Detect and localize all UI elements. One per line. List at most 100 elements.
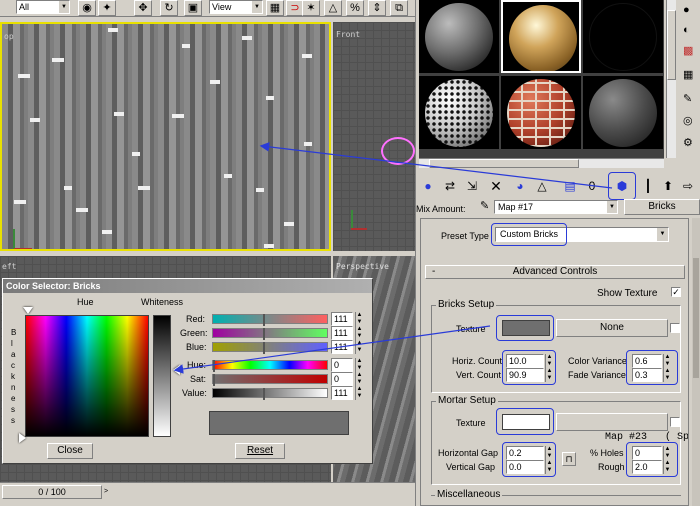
sample-slot-4[interactable] xyxy=(419,76,499,149)
backlight-icon[interactable]: ◐ xyxy=(683,24,699,40)
angle-snap-icon[interactable]: △ xyxy=(324,0,342,16)
color-variance-input[interactable]: 0.6 xyxy=(632,354,662,368)
vertical-gap-input[interactable]: 0.0 xyxy=(506,460,544,474)
bricks-texture-swatch[interactable] xyxy=(502,320,550,336)
snap-3d-icon[interactable]: ✶ xyxy=(302,0,320,16)
horiz-count-spinner[interactable]: ▲ ▼ xyxy=(545,354,553,368)
holes-input[interactable]: 0 xyxy=(632,446,662,460)
value-spinner[interactable]: ▲ ▼ xyxy=(355,386,363,400)
mortar-texture-map-button[interactable]: Map #23 ( Splat ) xyxy=(556,413,688,443)
horizontal-gap-input[interactable]: 0.2 xyxy=(506,446,544,460)
viewport-label-front[interactable]: Front xyxy=(336,30,360,39)
make-preview-icon[interactable]: ◎ xyxy=(683,114,699,130)
blue-input[interactable]: 111 xyxy=(331,340,353,354)
sample-slot-2[interactable] xyxy=(501,0,581,73)
reset-map-icon[interactable]: ✕ xyxy=(486,176,506,196)
pivot-center-icon[interactable]: ▦ xyxy=(266,0,284,16)
make-copy-icon[interactable]: ◕ xyxy=(510,176,530,196)
chevron-down-icon[interactable]: ▼ xyxy=(607,201,617,213)
chevron-down-icon[interactable]: ▼ xyxy=(657,228,668,241)
blackness-pointer[interactable] xyxy=(19,433,26,443)
mortar-texture-swatch[interactable] xyxy=(502,414,550,430)
fade-variance-spinner[interactable]: ▲ ▼ xyxy=(663,368,671,382)
select-object-icon[interactable]: ◉ xyxy=(78,0,96,16)
green-slider[interactable] xyxy=(212,328,328,340)
sample-slot-1[interactable] xyxy=(419,0,499,73)
hue-slider-thumb[interactable] xyxy=(213,360,215,372)
value-slider[interactable] xyxy=(212,388,328,400)
bricks-texture-toggle[interactable] xyxy=(670,323,680,333)
hue-input[interactable]: 0 xyxy=(331,358,353,372)
front-viewport[interactable]: Front xyxy=(333,22,415,251)
preset-type-dropdown[interactable]: Custom Bricks ▼ xyxy=(495,227,669,242)
material-effects-icon[interactable]: 0 xyxy=(582,176,602,196)
hue-top-pointer[interactable] xyxy=(23,307,33,314)
viewport-label-left[interactable]: eft xyxy=(2,262,16,271)
vert-count-input[interactable]: 90.9 xyxy=(506,368,544,382)
color-variance-spinner[interactable]: ▲ ▼ xyxy=(663,354,671,368)
put-to-scene-icon[interactable]: ⇄ xyxy=(440,176,460,196)
selection-filter-dropdown[interactable]: All ▼ xyxy=(16,0,70,14)
hue-blackness-picker[interactable] xyxy=(25,315,149,437)
whiteness-bar[interactable] xyxy=(153,315,171,437)
value-slider-thumb[interactable] xyxy=(263,388,265,400)
sat-spinner[interactable]: ▲ ▼ xyxy=(355,372,363,386)
dialog-title-bar[interactable]: Color Selector: Bricks xyxy=(3,279,372,293)
reference-coordinate-dropdown[interactable]: View ▼ xyxy=(209,0,263,14)
rough-spinner[interactable]: ▲ ▼ xyxy=(663,460,671,474)
horizontal-gap-spinner[interactable]: ▲ ▼ xyxy=(545,446,553,460)
options-icon[interactable]: ⚙ xyxy=(683,136,699,152)
sat-slider-thumb[interactable] xyxy=(213,374,215,386)
viewport-label-perspective[interactable]: Perspective xyxy=(336,262,389,271)
red-spinner[interactable]: ▲ ▼ xyxy=(355,312,363,326)
value-input[interactable]: 111 xyxy=(331,386,353,400)
close-button[interactable]: Close xyxy=(47,443,93,459)
get-material-icon[interactable]: ● xyxy=(418,176,438,196)
sample-slot-3[interactable] xyxy=(583,0,663,73)
vertical-gap-spinner[interactable]: ▲ ▼ xyxy=(545,460,553,474)
sample-slot-6[interactable] xyxy=(583,76,663,149)
rough-input[interactable]: 2.0 xyxy=(632,460,662,474)
move-icon[interactable]: ✥ xyxy=(134,0,152,16)
assign-to-selection-icon[interactable]: ⇲ xyxy=(462,176,482,196)
show-end-result-icon[interactable]: ┃ xyxy=(638,176,658,196)
sat-slider[interactable] xyxy=(212,374,328,386)
holes-spinner[interactable]: ▲ ▼ xyxy=(663,446,671,460)
hscroll-thumb[interactable] xyxy=(429,159,579,168)
put-to-library-icon[interactable]: ▤ xyxy=(560,176,580,196)
show-texture-checkbox[interactable]: ✓ xyxy=(671,287,681,297)
sat-input[interactable]: 0 xyxy=(331,372,353,386)
lock-gap-icon[interactable]: ⊓ xyxy=(562,452,576,466)
rollout-scroll-thumb[interactable] xyxy=(693,258,699,378)
spinner-snap-icon[interactable]: ⇕ xyxy=(368,0,386,16)
sample-uv-icon[interactable]: ▦ xyxy=(683,68,699,84)
green-slider-thumb[interactable] xyxy=(263,328,265,340)
scale-icon[interactable]: ▣ xyxy=(184,0,202,16)
advanced-controls-header[interactable]: - Advanced Controls xyxy=(425,265,685,279)
fade-variance-input[interactable]: 0.3 xyxy=(632,368,662,382)
red-slider-thumb[interactable] xyxy=(263,314,265,326)
bricks-texture-map-button[interactable]: None xyxy=(556,319,668,337)
hue-spinner[interactable]: ▲ ▼ xyxy=(355,358,363,372)
horiz-count-input[interactable]: 10.0 xyxy=(506,354,544,368)
sample-type-icon[interactable]: ● xyxy=(683,4,699,20)
vscroll-thumb[interactable] xyxy=(667,10,676,80)
go-to-parent-icon[interactable]: ⬆ xyxy=(658,176,678,196)
whiteness-pointer[interactable] xyxy=(173,365,180,375)
red-slider[interactable] xyxy=(212,314,328,326)
mortar-texture-toggle[interactable] xyxy=(670,417,680,427)
blue-slider-thumb[interactable] xyxy=(263,342,265,354)
red-input[interactable]: 111 xyxy=(331,312,353,326)
map-name-field[interactable]: Map #17 ▼ xyxy=(494,200,618,214)
go-forward-sibling-icon[interactable]: ⇨ xyxy=(678,176,698,196)
timeline-arrow-left[interactable]: > xyxy=(104,485,114,499)
rollout-scrollbar[interactable] xyxy=(692,218,700,506)
mirror-icon[interactable]: ⧉ xyxy=(390,0,408,16)
green-spinner[interactable]: ▲ ▼ xyxy=(355,326,363,340)
sample-slots-vscroll[interactable] xyxy=(666,0,676,158)
background-icon[interactable]: ▩ xyxy=(683,44,699,60)
map-type-button[interactable]: Bricks xyxy=(624,199,700,215)
make-unique-icon[interactable]: △ xyxy=(532,176,552,196)
reset-button[interactable]: Reset xyxy=(235,443,285,459)
select-by-name-icon[interactable]: ✦ xyxy=(98,0,116,16)
